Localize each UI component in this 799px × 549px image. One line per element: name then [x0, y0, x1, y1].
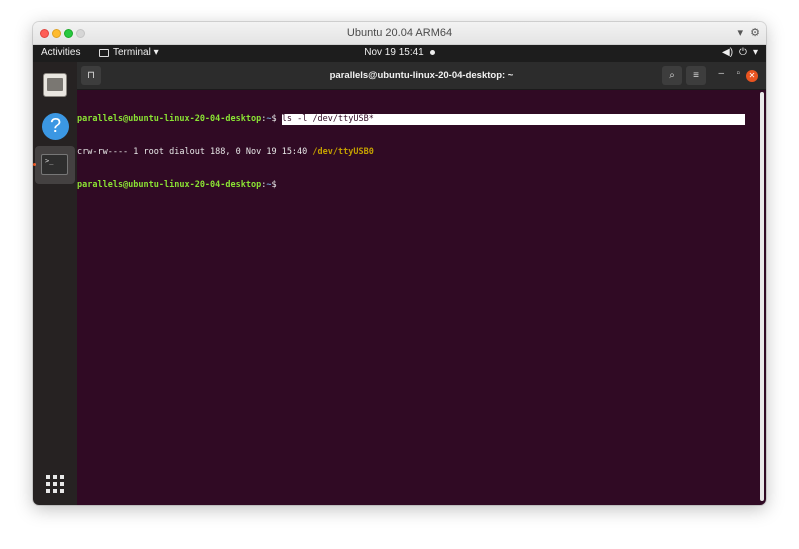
- prompt-user: parallels@ubuntu-linux-20-04-desktop: [77, 180, 262, 190]
- show-applications-icon[interactable]: [46, 475, 64, 493]
- hamburger-menu-button[interactable]: ≡: [686, 66, 706, 85]
- close-button[interactable]: ✕: [746, 70, 758, 82]
- search-button[interactable]: ⌕: [662, 66, 682, 85]
- terminal-output[interactable]: parallels@ubuntu-linux-20-04-desktop:~$ …: [77, 91, 766, 505]
- dock-item-help[interactable]: ?: [37, 109, 73, 145]
- vm-title: Ubuntu 20.04 ARM64: [346, 27, 453, 39]
- notification-dot-icon: [429, 49, 435, 55]
- terminal-line: parallels@ubuntu-linux-20-04-desktop:~$ …: [77, 114, 766, 125]
- vm-window: Ubuntu 20.04 ARM64 ▾ ⚙ Activities Termin…: [33, 22, 766, 505]
- clock[interactable]: Nov 19 15:41: [33, 47, 766, 58]
- scrollbar[interactable]: [760, 92, 764, 501]
- volume-icon: ◀): [722, 47, 734, 58]
- terminal-window: ⊓ parallels@ubuntu-linux-20-04-desktop: …: [77, 62, 766, 505]
- files-icon: [43, 73, 67, 97]
- system-menu[interactable]: ◀) ⏻ ▾: [722, 47, 758, 58]
- terminal-line: parallels@ubuntu-linux-20-04-desktop:~$: [77, 180, 766, 191]
- clock-label: Nov 19 15:41: [364, 47, 424, 58]
- minimize-button[interactable]: –: [718, 68, 724, 79]
- dock-item-terminal[interactable]: >_: [35, 146, 75, 184]
- vm-controls: ▾ ⚙: [734, 26, 760, 39]
- dock: ? >_: [33, 62, 77, 505]
- prompt-dollar: $: [271, 114, 282, 124]
- selected-command: ls -l /dev/ttyUSB*: [281, 114, 745, 125]
- dock-item-files[interactable]: [37, 67, 73, 103]
- device-path: /dev/ttyUSB0: [312, 147, 374, 157]
- ls-output: crw-rw---- 1 root dialout 188, 0 Nov 19 …: [77, 147, 313, 157]
- maximize-button[interactable]: ▫: [736, 68, 740, 79]
- prompt-dollar: $: [271, 180, 277, 190]
- terminal-line: crw-rw---- 1 root dialout 188, 0 Nov 19 …: [77, 147, 766, 158]
- terminal-headerbar[interactable]: ⊓ parallels@ubuntu-linux-20-04-desktop: …: [77, 62, 766, 90]
- power-icon: ⏻: [739, 47, 747, 58]
- prompt-user: parallels@ubuntu-linux-20-04-desktop: [77, 114, 262, 124]
- vm-titlebar[interactable]: Ubuntu 20.04 ARM64 ▾ ⚙: [33, 22, 766, 45]
- help-icon: ?: [42, 113, 69, 140]
- dropdown-arrow-icon[interactable]: ▾: [738, 27, 744, 39]
- gear-icon[interactable]: ⚙: [750, 27, 760, 39]
- gnome-top-bar: Activities Terminal ▾ Nov 19 15:41 ◀) ⏻ …: [33, 45, 766, 62]
- terminal-icon: >_: [41, 154, 68, 175]
- chevron-down-icon: ▾: [752, 47, 758, 58]
